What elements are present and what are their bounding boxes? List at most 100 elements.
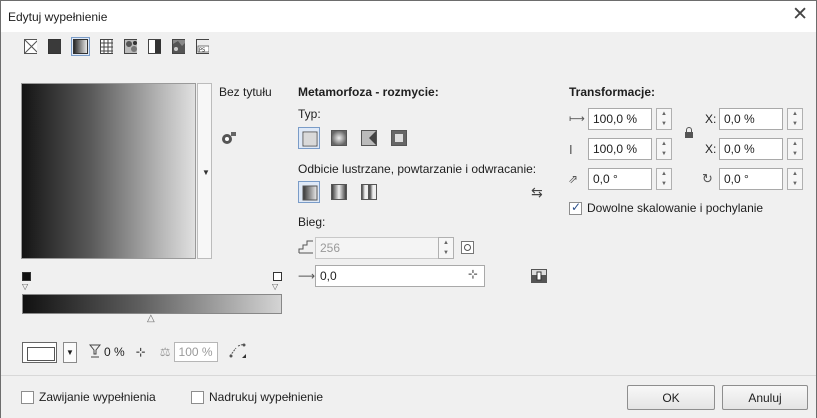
spinner-down-icon[interactable]: ▼	[661, 151, 667, 157]
position-icon: ⚖	[159, 345, 171, 359]
rotate-icon: ↻	[702, 171, 713, 186]
chevron-down-icon: ▼	[66, 347, 74, 357]
save-preset-icon[interactable]	[221, 131, 237, 148]
linear-fill-button[interactable]	[298, 127, 320, 149]
spinner-up-icon[interactable]: ▲	[661, 141, 667, 147]
vector-pattern-fill-icon[interactable]	[99, 39, 114, 54]
spinner-up-icon[interactable]: ▲	[792, 111, 798, 117]
transparency-icon	[88, 344, 102, 361]
wrap-fill-label: Zawijanie wypełnienia	[39, 390, 156, 404]
no-fill-icon[interactable]	[23, 39, 38, 54]
steps-field[interactable]: 256	[315, 237, 439, 259]
node-color-swatch[interactable]	[22, 341, 57, 363]
gradient-ramp[interactable]	[22, 294, 282, 314]
spinner-down-icon[interactable]: ▼	[443, 250, 449, 256]
x-label: X:	[705, 112, 717, 126]
uniform-fill-icon[interactable]	[47, 39, 62, 54]
transform-section-title: Transformacje:	[569, 85, 656, 99]
repeat-fill-button[interactable]	[361, 184, 377, 203]
spinner-down-icon[interactable]: ▼	[792, 151, 798, 157]
spinner-up-icon[interactable]: ▲	[792, 141, 798, 147]
spinner-down-icon[interactable]: ▼	[792, 181, 798, 187]
height-spinner[interactable]: ▲ ▼	[656, 138, 672, 160]
spinner-up-icon[interactable]: ▲	[661, 111, 667, 117]
y-spinner[interactable]: ▲ ▼	[787, 138, 803, 160]
end-color-node[interactable]	[273, 272, 282, 281]
x-spinner[interactable]: ▲ ▼	[787, 108, 803, 130]
svg-text:PS: PS	[199, 47, 205, 53]
acceleration-slider-icon[interactable]: ⊹	[468, 267, 478, 281]
steps-label: Bieg:	[298, 215, 326, 229]
gradient-preview[interactable]	[21, 83, 196, 259]
two-color-pattern-fill-icon[interactable]	[147, 39, 162, 54]
dialog-footer: Zawijanie wypełnienia Nadrukuj wypełnien…	[1, 375, 816, 418]
spinner-down-icon[interactable]: ▼	[792, 121, 798, 127]
wrap-fill-check-icon[interactable]	[21, 390, 34, 404]
cancel-button[interactable]: Anuluj	[722, 385, 808, 410]
type-label: Typ:	[298, 107, 321, 121]
slider-handle-icon[interactable]: ⊹	[136, 345, 146, 359]
spinner-up-icon[interactable]: ▲	[443, 240, 449, 246]
preset-dropdown-strip[interactable]: ▼	[197, 83, 212, 259]
fountain-fill-icon[interactable]	[71, 37, 90, 56]
mirror-fill-button[interactable]	[331, 184, 347, 203]
height-icon: I	[569, 142, 573, 157]
y-label: X:	[705, 142, 717, 156]
steps-icon	[298, 240, 314, 257]
skew-icon: ⇗	[568, 172, 579, 186]
end-node-pointer-icon: ▽	[272, 282, 279, 291]
rotate-field[interactable]: 0,0 °	[719, 168, 783, 190]
spinner-down-icon[interactable]: ▼	[661, 121, 667, 127]
conical-fill-button[interactable]	[361, 130, 377, 149]
lock-steps-icon[interactable]	[461, 241, 474, 257]
color-dropdown-button[interactable]: ▼	[63, 341, 77, 363]
dialog-title: Edytuj wypełnienie	[8, 10, 108, 24]
default-fill-button[interactable]	[298, 181, 320, 203]
spinner-down-icon[interactable]: ▼	[661, 181, 667, 187]
smooth-transition-icon[interactable]	[531, 269, 547, 286]
skew-field[interactable]: 0,0 °	[588, 168, 652, 190]
y-field[interactable]: 0,0 %	[719, 138, 783, 160]
preset-name: Bez tytułu	[219, 85, 272, 99]
rotate-spinner[interactable]: ▲ ▼	[787, 168, 803, 190]
radial-fill-button[interactable]	[331, 130, 347, 149]
close-icon[interactable]: ✕	[792, 5, 808, 25]
fill-type-toolbar: PS	[23, 37, 210, 59]
acceleration-field[interactable]: 0,0	[315, 265, 485, 287]
x-field[interactable]: 0,0 %	[719, 108, 783, 130]
transparency-control: 0 % ⊹	[88, 344, 146, 361]
texture-fill-icon[interactable]	[171, 39, 186, 54]
steps-spinner[interactable]: ▲ ▼	[438, 237, 454, 259]
free-scale-label: Dowolne skalowanie i pochylanie	[587, 201, 764, 215]
free-scale-check-icon[interactable]	[569, 200, 582, 215]
title-bar: Edytuj wypełnienie ✕	[1, 1, 816, 32]
reverse-fill-icon[interactable]: ⇆	[531, 184, 543, 201]
square-fill-button[interactable]	[391, 130, 407, 149]
ok-button[interactable]: OK	[627, 385, 715, 410]
transparency-value[interactable]: 0 %	[104, 345, 125, 359]
mirror-label: Odbicie lustrzane, powtarzanie i odwraca…	[298, 162, 537, 176]
overprint-check-icon[interactable]	[191, 390, 204, 404]
spinner-up-icon[interactable]: ▲	[792, 171, 798, 177]
free-scale-checkbox[interactable]: Dowolne skalowanie i pochylanie	[569, 200, 764, 215]
blend-section-title: Metamorfoza - rozmycie:	[298, 85, 439, 99]
start-node-pointer-icon: ▽	[22, 282, 29, 291]
start-color-node[interactable]	[22, 272, 31, 281]
overprint-checkbox[interactable]: Nadrukuj wypełnienie	[191, 390, 323, 404]
width-spinner[interactable]: ▲ ▼	[656, 108, 672, 130]
bitmap-pattern-fill-icon[interactable]	[123, 39, 138, 54]
width-icon: ⟼	[569, 113, 585, 125]
wrap-fill-checkbox[interactable]: Zawijanie wypełnienia	[21, 390, 156, 404]
height-field[interactable]: 100,0 %	[588, 138, 652, 160]
chevron-down-icon[interactable]: ▼	[202, 168, 210, 177]
spinner-up-icon[interactable]: ▲	[661, 171, 667, 177]
acceleration-icon: ⟶	[298, 269, 316, 283]
width-field[interactable]: 100,0 %	[588, 108, 652, 130]
overprint-label: Nadrukuj wypełnienie	[209, 390, 324, 404]
blend-direction-icon[interactable]	[228, 342, 248, 363]
midpoint-slider-icon[interactable]: △	[147, 313, 155, 324]
skew-spinner[interactable]: ▲ ▼	[656, 168, 672, 190]
postscript-fill-icon[interactable]: PS	[195, 39, 210, 54]
lock-ratio-icon[interactable]	[684, 127, 694, 142]
node-position-value[interactable]: 100 %	[173, 342, 218, 362]
